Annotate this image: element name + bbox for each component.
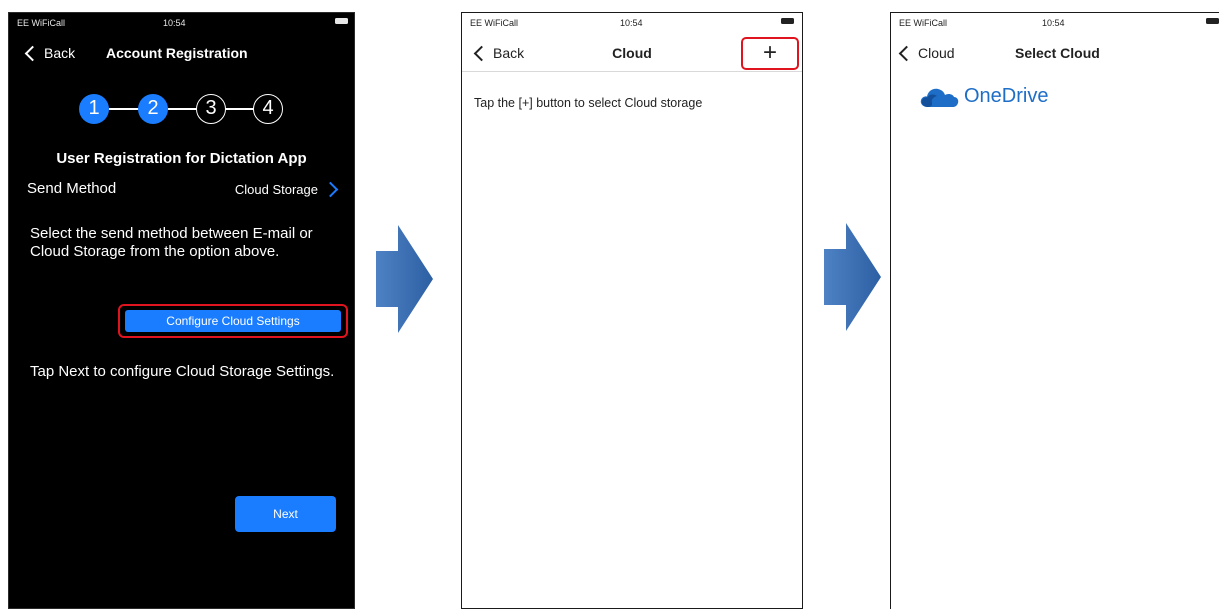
- onedrive-cloud-icon: [920, 88, 959, 107]
- status-time: 10:54: [620, 18, 643, 28]
- step-connector: [225, 108, 255, 110]
- send-method-label: Send Method: [27, 180, 117, 197]
- step-2: 2: [138, 94, 168, 124]
- step-connector: [109, 108, 140, 110]
- status-bar: EE WiFiCall 10:54: [891, 13, 1219, 33]
- next-hint-text: Tap Next to configure Cloud Storage Sett…: [30, 363, 335, 380]
- configure-cloud-button[interactable]: Configure Cloud Settings: [125, 310, 341, 332]
- plus-icon: +: [762, 39, 777, 66]
- status-time: 10:54: [1042, 18, 1065, 28]
- cloud-screen: EE WiFiCall 10:54 Back Cloud + Tap the […: [461, 12, 803, 609]
- status-time: 10:54: [163, 18, 186, 28]
- chevron-left-icon: [898, 45, 915, 61]
- battery-icon: [1206, 18, 1219, 24]
- next-button[interactable]: Next: [235, 496, 336, 532]
- back-label: Back: [44, 45, 76, 61]
- account-registration-screen: EE WiFiCall 10:54 Back Account Registrat…: [8, 12, 355, 609]
- arrow-right-icon: [824, 223, 881, 331]
- step-indicator: 1 2 3 4: [9, 93, 354, 127]
- configure-highlight: Configure Cloud Settings: [118, 304, 348, 338]
- step-connector: [168, 108, 198, 110]
- back-label: Cloud: [918, 45, 955, 61]
- status-bar: EE WiFiCall 10:54: [9, 13, 354, 33]
- section-heading: User Registration for Dictation App: [56, 150, 307, 167]
- onedrive-option[interactable]: OneDrive: [919, 85, 1048, 108]
- hint-text: Tap the [+] button to select Cloud stora…: [474, 96, 703, 110]
- arrow-right-icon: [376, 225, 433, 333]
- carrier-label: EE WiFiCall: [899, 18, 948, 28]
- step-4: 4: [253, 94, 283, 124]
- carrier-label: EE WiFiCall: [17, 18, 66, 28]
- battery-icon: [335, 18, 348, 24]
- onedrive-label: OneDrive: [964, 85, 1049, 107]
- divider: [462, 71, 802, 72]
- back-button[interactable]: Back: [23, 45, 75, 61]
- send-method-value: Cloud Storage: [234, 182, 318, 197]
- battery-icon: [781, 18, 794, 24]
- step-3: 3: [196, 94, 226, 124]
- step-1: 1: [79, 94, 109, 124]
- nav-bar: Back Account Registration: [9, 33, 354, 73]
- select-cloud-screen: EE WiFiCall 10:54 Cloud Select Cloud One…: [890, 12, 1219, 609]
- chevron-right-icon: [322, 181, 339, 198]
- send-method-row[interactable]: Send Method Cloud Storage: [27, 180, 340, 200]
- nav-bar: Cloud Select Cloud: [891, 33, 1219, 73]
- page-title: Select Cloud: [1015, 45, 1100, 61]
- chevron-left-icon: [24, 45, 41, 61]
- add-cloud-button[interactable]: +: [741, 37, 799, 70]
- instructions-text: Select the send method between E-mail or…: [30, 225, 313, 260]
- page-title: Account Registration: [106, 45, 248, 61]
- back-button[interactable]: Cloud: [897, 45, 955, 61]
- carrier-label: EE WiFiCall: [470, 18, 519, 28]
- status-bar: EE WiFiCall 10:54: [462, 13, 802, 33]
